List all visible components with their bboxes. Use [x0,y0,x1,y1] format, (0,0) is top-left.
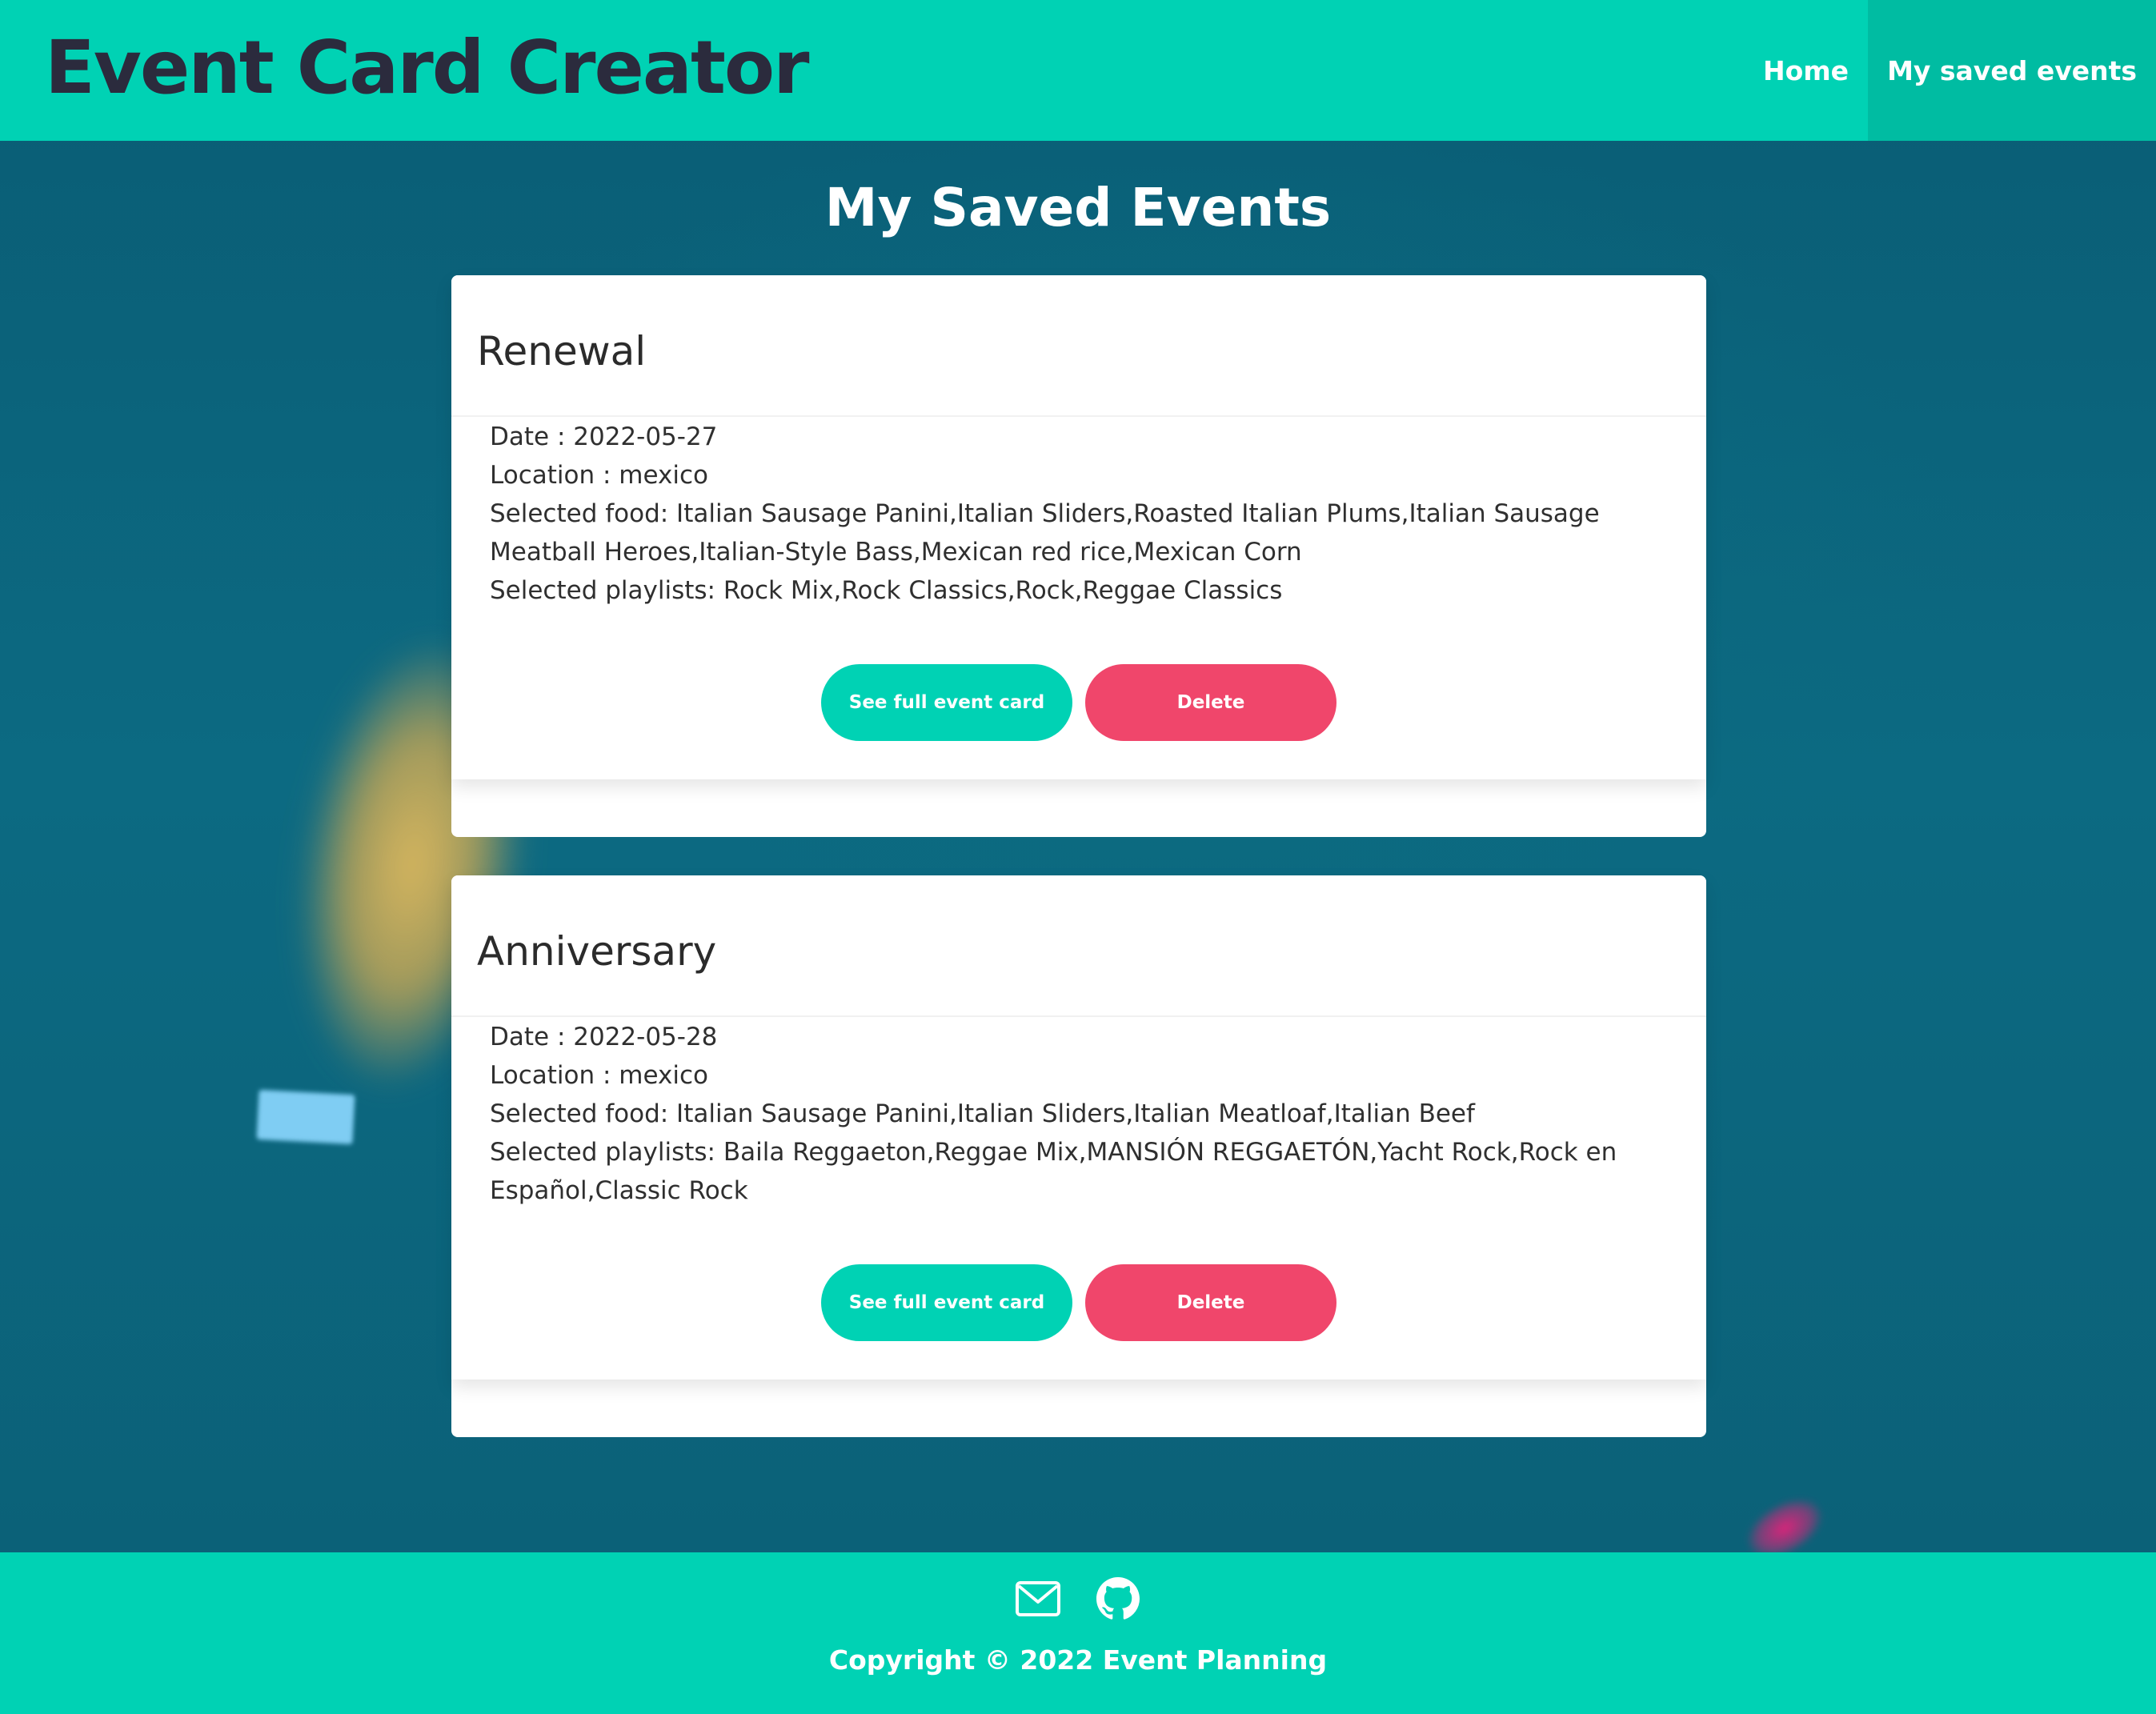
footer: Copyright © 2022 Event Planning [0,1552,2156,1714]
background-decoration [256,1089,355,1145]
card-divider [451,1015,1706,1017]
event-title: Renewal [477,328,647,374]
copyright-text: Copyright © 2022 Event Planning [828,1644,1328,1676]
event-food: Selected food: Italian Sausage Panini,It… [490,499,1600,567]
delete-button[interactable]: Delete [1085,664,1336,741]
event-date: Date : 2022-05-28 [490,1023,718,1051]
event-card-content: Anniversary Date : 2022-05-28 Location :… [451,875,1706,1380]
event-card: Anniversary Date : 2022-05-28 Location :… [451,875,1706,1437]
github-icon[interactable] [1096,1576,1140,1621]
page-title: My Saved Events [824,177,1332,238]
see-full-event-card-button[interactable]: See full event card [821,1264,1072,1341]
mail-icon[interactable] [1016,1576,1060,1621]
card-divider [451,415,1706,417]
card-actions: See full event card Delete [451,664,1706,741]
card-actions: See full event card Delete [451,1264,1706,1341]
delete-button[interactable]: Delete [1085,1264,1336,1341]
event-details: Date : 2022-05-27 Location : mexico Sele… [490,418,1674,610]
event-location: Location : mexico [490,1061,708,1090]
footer-icons [0,1576,2156,1621]
event-location: Location : mexico [490,461,708,490]
event-title: Anniversary [477,928,717,975]
event-food: Selected food: Italian Sausage Panini,It… [490,1099,1475,1128]
event-details: Date : 2022-05-28 Location : mexico Sele… [490,1018,1674,1210]
header: Event Card Creator Home My saved events [0,0,2156,141]
nav: Home My saved events [1744,0,2156,141]
event-playlists: Selected playlists: Rock Mix,Rock Classi… [490,576,1283,605]
nav-saved-events-link[interactable]: My saved events [1868,0,2156,141]
event-date: Date : 2022-05-27 [490,422,718,451]
event-card-content: Renewal Date : 2022-05-27 Location : mex… [451,275,1706,779]
brand-logo[interactable]: Event Card Creator [45,16,809,120]
see-full-event-card-button[interactable]: See full event card [821,664,1072,741]
event-playlists: Selected playlists: Baila Reggaeton,Regg… [490,1138,1617,1205]
event-card: Renewal Date : 2022-05-27 Location : mex… [451,275,1706,837]
nav-home-link[interactable]: Home [1744,0,1868,141]
